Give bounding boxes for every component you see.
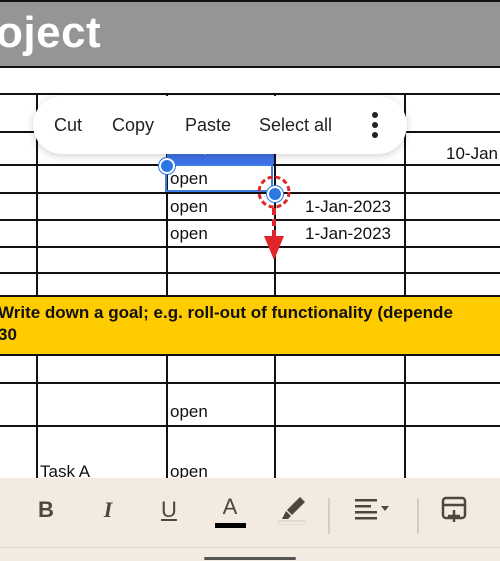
cell-status[interactable]: open <box>170 402 208 422</box>
grid-line <box>274 0 276 2</box>
insert-row-button[interactable] <box>436 492 472 528</box>
grid-line <box>274 356 276 478</box>
text-color-icon: A <box>222 494 238 519</box>
cell-date[interactable]: 1-Jan-2023 <box>305 224 391 244</box>
goal-text-line: Write down a goal; e.g. roll-out of func… <box>0 303 453 322</box>
paste-button[interactable]: Paste <box>185 115 231 136</box>
toolbar-divider <box>417 498 419 534</box>
underline-icon: U <box>161 497 177 522</box>
grid-line <box>0 295 500 297</box>
gesture-home-bar[interactable] <box>204 557 296 560</box>
grid-line <box>0 425 500 427</box>
formatting-toolbar: B I U A <box>0 478 500 561</box>
align-left-icon <box>355 499 389 520</box>
text-color-swatch <box>215 523 246 528</box>
grid-line <box>0 246 500 248</box>
sheet-title: oject <box>0 8 102 57</box>
grid-line <box>36 356 38 478</box>
italic-button[interactable]: I <box>90 492 126 528</box>
title-row: oject <box>0 2 500 66</box>
goal-row[interactable]: Write down a goal; e.g. roll-out of func… <box>0 296 500 354</box>
goal-text-line: 30 <box>0 325 17 344</box>
more-options-icon[interactable] <box>369 112 381 138</box>
grid-line <box>166 356 168 478</box>
italic-icon: I <box>103 497 113 522</box>
grid-line <box>0 0 500 2</box>
cell-date[interactable]: 10-Jan <box>446 144 498 164</box>
insert-row-icon <box>441 496 467 522</box>
grid-line <box>36 0 38 2</box>
selection-handle-start[interactable] <box>159 158 175 174</box>
bold-icon: B <box>38 497 54 522</box>
underline-button[interactable]: U <box>151 492 187 528</box>
goal-text: Write down a goal; e.g. roll-out of func… <box>0 302 453 346</box>
grid-line <box>0 272 500 274</box>
grid-line <box>0 93 500 95</box>
selection-handle-end[interactable] <box>267 186 283 202</box>
cell-status[interactable]: open <box>170 197 208 217</box>
highlighter-icon <box>278 497 306 525</box>
align-button[interactable] <box>350 492 396 528</box>
text-selection-menu: Cut Copy Paste Select all <box>33 96 407 154</box>
toolbar-divider <box>0 547 500 548</box>
highlight-button[interactable] <box>274 492 310 528</box>
grid-line <box>166 0 168 2</box>
toolbar-divider <box>328 498 330 534</box>
cell-status[interactable]: open <box>170 224 208 244</box>
grid-line <box>0 354 500 356</box>
cell-date[interactable]: 1-Jan-2023 <box>305 197 391 217</box>
cell-task[interactable]: Task A <box>40 462 90 478</box>
spreadsheet-grid[interactable]: oject complete 1-Jan-2023 10-Jan open op… <box>0 0 500 478</box>
cell-status[interactable]: open <box>170 462 208 478</box>
grid-line <box>0 192 500 194</box>
bold-button[interactable]: B <box>28 492 64 528</box>
copy-button[interactable]: Copy <box>112 115 154 136</box>
cut-button[interactable]: Cut <box>54 115 82 136</box>
grid-line <box>404 356 406 478</box>
select-all-button[interactable]: Select all <box>259 115 332 136</box>
grid-line <box>0 219 500 221</box>
grid-line <box>0 382 500 384</box>
grid-line <box>0 66 500 68</box>
grid-line <box>404 0 406 2</box>
text-color-button[interactable]: A <box>212 492 248 528</box>
